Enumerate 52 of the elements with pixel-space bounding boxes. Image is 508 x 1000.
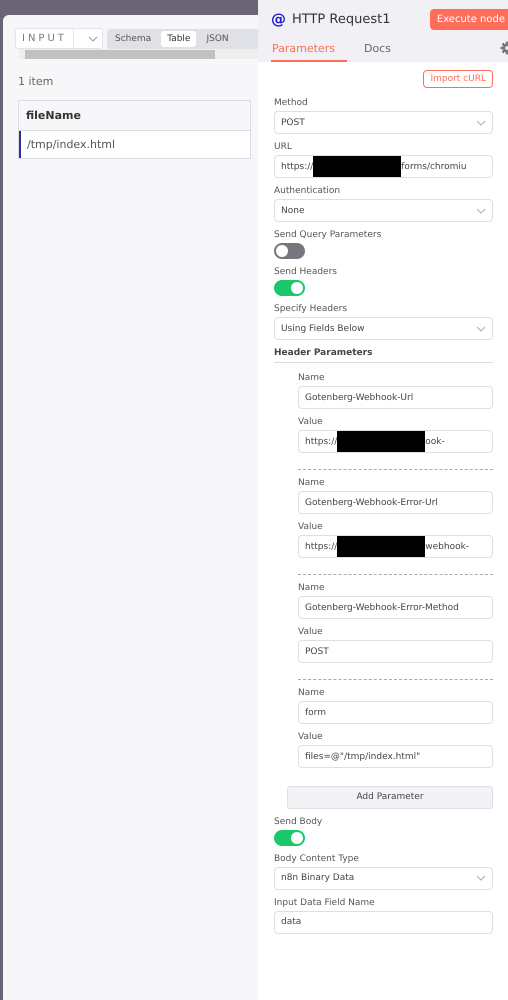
add-parameter-button[interactable]: Add Parameter	[287, 786, 493, 808]
toggle-switch[interactable]	[274, 243, 305, 259]
input-selector[interactable]: INPUT	[15, 28, 103, 49]
field-label: Header Parameters	[274, 348, 374, 358]
input-field[interactable]: Gotenberg-Webhook-Url	[298, 386, 493, 409]
toggle-switch[interactable]	[274, 280, 305, 296]
select-field[interactable]: None	[274, 199, 493, 222]
caret-icon	[476, 208, 486, 214]
panel-tab[interactable]: Docs	[362, 42, 394, 62]
field-label: Body Content Type	[274, 854, 360, 864]
field-label: Name	[298, 373, 326, 383]
field-label: Name	[298, 688, 326, 698]
input-field[interactable]: https:// ook-	[298, 430, 493, 453]
field-label: Value	[298, 522, 324, 532]
caret-icon	[476, 875, 486, 881]
field-label: Send Query Parameters	[274, 230, 382, 240]
input-field[interactable]: Gotenberg-Webhook-Error-Method	[298, 596, 493, 619]
caret-icon	[88, 36, 98, 42]
caret-icon	[476, 326, 486, 332]
input-field[interactable]: https:// webhook-	[298, 535, 493, 558]
toggle-switch[interactable]	[274, 830, 305, 846]
input-field[interactable]: files=@"/tmp/index.html"	[298, 745, 493, 768]
field-label: Value	[298, 732, 324, 742]
field-label: Name	[298, 478, 326, 488]
select-field[interactable]: POST	[274, 111, 493, 134]
caret-icon	[476, 120, 486, 126]
node-icon: @	[271, 10, 286, 28]
select-field[interactable]: Using Fields Below	[274, 317, 493, 340]
field-label: Method	[274, 98, 309, 108]
field-label: Send Headers	[274, 267, 338, 277]
input-field[interactable]: Gotenberg-Webhook-Error-Url	[298, 491, 493, 514]
field-label: Input Data Field Name	[274, 898, 376, 908]
field-label: Name	[298, 583, 326, 593]
view-tab[interactable]: Schema	[109, 30, 158, 46]
view-tab[interactable]: JSON	[200, 30, 235, 46]
table-cell: /tmp/index.html	[19, 131, 250, 158]
horizontal-scrollbar[interactable]	[19, 49, 258, 59]
field-label: Value	[298, 627, 324, 637]
field-label: Authentication	[274, 186, 342, 196]
node-title: HTTP Request1	[292, 12, 392, 26]
column-header: fileName	[19, 101, 250, 131]
field-label: Send Body	[274, 816, 324, 826]
field-label: Value	[298, 417, 324, 427]
select-field[interactable]: n8n Binary Data	[274, 866, 493, 890]
item-count: 1 item	[18, 75, 54, 88]
field-label: URL	[274, 142, 293, 152]
field-label: Specify Headers	[274, 304, 348, 314]
input-field[interactable]: form	[298, 701, 493, 724]
view-tab[interactable]: Table	[161, 30, 196, 46]
input-field[interactable]: https:// forms/chromiu	[274, 155, 493, 178]
input-field[interactable]: data	[274, 910, 493, 934]
input-field[interactable]: POST	[298, 640, 493, 663]
